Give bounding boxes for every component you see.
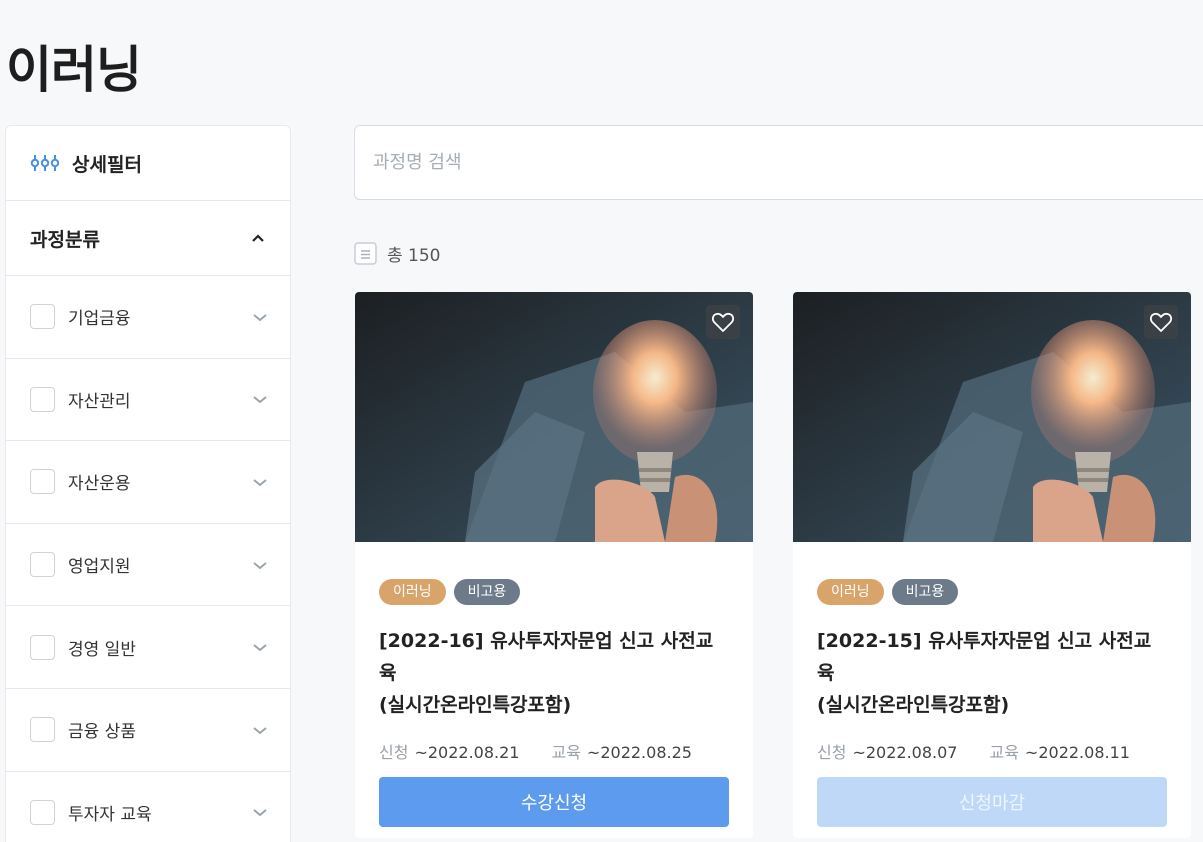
- chevron-down-icon[interactable]: [252, 722, 268, 738]
- chevron-down-icon[interactable]: [252, 309, 268, 325]
- filter-header-label: 상세필터: [72, 153, 142, 176]
- education-date: ~2022.08.25: [586, 743, 692, 762]
- chevron-down-icon[interactable]: [252, 804, 268, 820]
- card-body: 이러닝 비고용 [2022-16] 유사투자자문업 신고 사전교육 (실시간온라…: [355, 579, 753, 827]
- sidebar-item-general-management[interactable]: 경영 일반: [6, 606, 290, 689]
- sidebar-item-financial-products[interactable]: 금융 상품: [6, 689, 290, 772]
- filter-header: 상세필터: [6, 126, 290, 201]
- education-date: ~2022.08.11: [1024, 743, 1130, 762]
- favorite-button[interactable]: [1144, 305, 1178, 339]
- course-card[interactable]: 이러닝 비고용 [2022-16] 유사투자자문업 신고 사전교육 (실시간온라…: [355, 292, 753, 838]
- total-count: 총 150: [354, 241, 441, 266]
- tag-list: 이러닝 비고용: [379, 579, 729, 605]
- course-title-line1: [2022-15] 유사투자자문업 신고 사전교육: [817, 630, 1152, 684]
- lightbulb-image: [793, 292, 1191, 542]
- sidebar-item-label: 경영 일반: [68, 639, 136, 660]
- checkbox[interactable]: [30, 799, 55, 825]
- tag-type: 비고용: [891, 579, 959, 605]
- course-dates: 신청 ~2022.08.07 교육 ~2022.08.11: [817, 739, 1167, 763]
- list-icon: [354, 242, 377, 265]
- sidebar-item-label: 영업지원: [68, 557, 131, 578]
- sidebar-item-asset-operation[interactable]: 자산운용: [6, 441, 290, 524]
- course-dates: 신청 ~2022.08.21 교육 ~2022.08.25: [379, 739, 729, 763]
- checkbox[interactable]: [30, 634, 55, 660]
- apply-period: 신청 ~2022.08.21: [379, 739, 519, 763]
- tag-elearning: 이러닝: [379, 579, 446, 605]
- education-period: 교육 ~2022.08.11: [989, 739, 1129, 763]
- checkbox[interactable]: [30, 717, 55, 743]
- apply-period: 신청 ~2022.08.07: [817, 739, 957, 763]
- sidebar-item-asset-management[interactable]: 자산관리: [6, 359, 290, 442]
- favorite-button[interactable]: [706, 305, 740, 339]
- page-title: 이러닝: [6, 41, 142, 99]
- sidebar-item-label: 기업금융: [68, 309, 131, 330]
- apply-date: ~2022.08.21: [414, 743, 520, 762]
- course-card[interactable]: 이러닝 비고용 [2022-15] 유사투자자문업 신고 사전교육 (실시간온라…: [793, 292, 1191, 838]
- chevron-down-icon[interactable]: [252, 474, 268, 490]
- course-title[interactable]: [2022-16] 유사투자자문업 신고 사전교육 (실시간온라인특강포함): [379, 625, 729, 721]
- tag-type: 비고용: [453, 579, 521, 605]
- course-thumbnail: [793, 292, 1191, 542]
- chevron-up-icon: [252, 234, 264, 242]
- education-label: 교육: [989, 743, 1019, 762]
- course-title-line1: [2022-16] 유사투자자문업 신고 사전교육: [379, 630, 714, 684]
- category-label: 과정분류: [30, 228, 100, 251]
- checkbox[interactable]: [30, 304, 55, 330]
- search-box: [354, 125, 1203, 200]
- apply-label: 신청: [817, 743, 847, 762]
- tag-list: 이러닝 비고용: [817, 579, 1167, 605]
- closed-button[interactable]: 신청마감: [817, 777, 1167, 827]
- sidebar-item-label: 자산운용: [68, 474, 131, 495]
- lightbulb-image: [355, 292, 753, 542]
- sidebar-item-label: 자산관리: [68, 391, 131, 412]
- checkbox[interactable]: [30, 552, 55, 578]
- filter-sidebar: 상세필터 과정분류 기업금융 자산관리 자산운용 영업지원 경영 일반 금융 상…: [5, 125, 291, 842]
- apply-label: 신청: [379, 743, 409, 762]
- heart-icon: [711, 312, 735, 332]
- education-period: 교육 ~2022.08.25: [551, 739, 691, 763]
- heart-icon: [1149, 312, 1173, 332]
- sidebar-item-label: 금융 상품: [68, 722, 136, 743]
- sidebar-item-corporate-finance[interactable]: 기업금융: [6, 276, 290, 359]
- category-toggle[interactable]: 과정분류: [6, 201, 290, 276]
- card-body: 이러닝 비고용 [2022-15] 유사투자자문업 신고 사전교육 (실시간온라…: [793, 579, 1191, 827]
- course-title-line2: (실시간온라인특강포함): [817, 694, 1010, 716]
- course-thumbnail: [355, 292, 753, 542]
- course-title[interactable]: [2022-15] 유사투자자문업 신고 사전교육 (실시간온라인특강포함): [817, 625, 1167, 721]
- chevron-down-icon[interactable]: [252, 639, 268, 655]
- sidebar-item-investor-education[interactable]: 투자자 교육: [6, 772, 290, 842]
- course-title-line2: (실시간온라인특강포함): [379, 694, 572, 716]
- education-label: 교육: [551, 743, 581, 762]
- tag-elearning: 이러닝: [817, 579, 884, 605]
- sliders-icon: [30, 155, 60, 171]
- chevron-down-icon[interactable]: [252, 391, 268, 407]
- total-count-text: 총 150: [387, 246, 441, 266]
- enroll-button[interactable]: 수강신청: [379, 777, 729, 827]
- search-input[interactable]: [373, 152, 1203, 173]
- checkbox[interactable]: [30, 386, 55, 412]
- checkbox[interactable]: [30, 469, 55, 495]
- chevron-down-icon[interactable]: [252, 557, 268, 573]
- apply-date: ~2022.08.07: [852, 743, 958, 762]
- sidebar-item-sales-support[interactable]: 영업지원: [6, 524, 290, 607]
- sidebar-item-label: 투자자 교육: [68, 804, 152, 825]
